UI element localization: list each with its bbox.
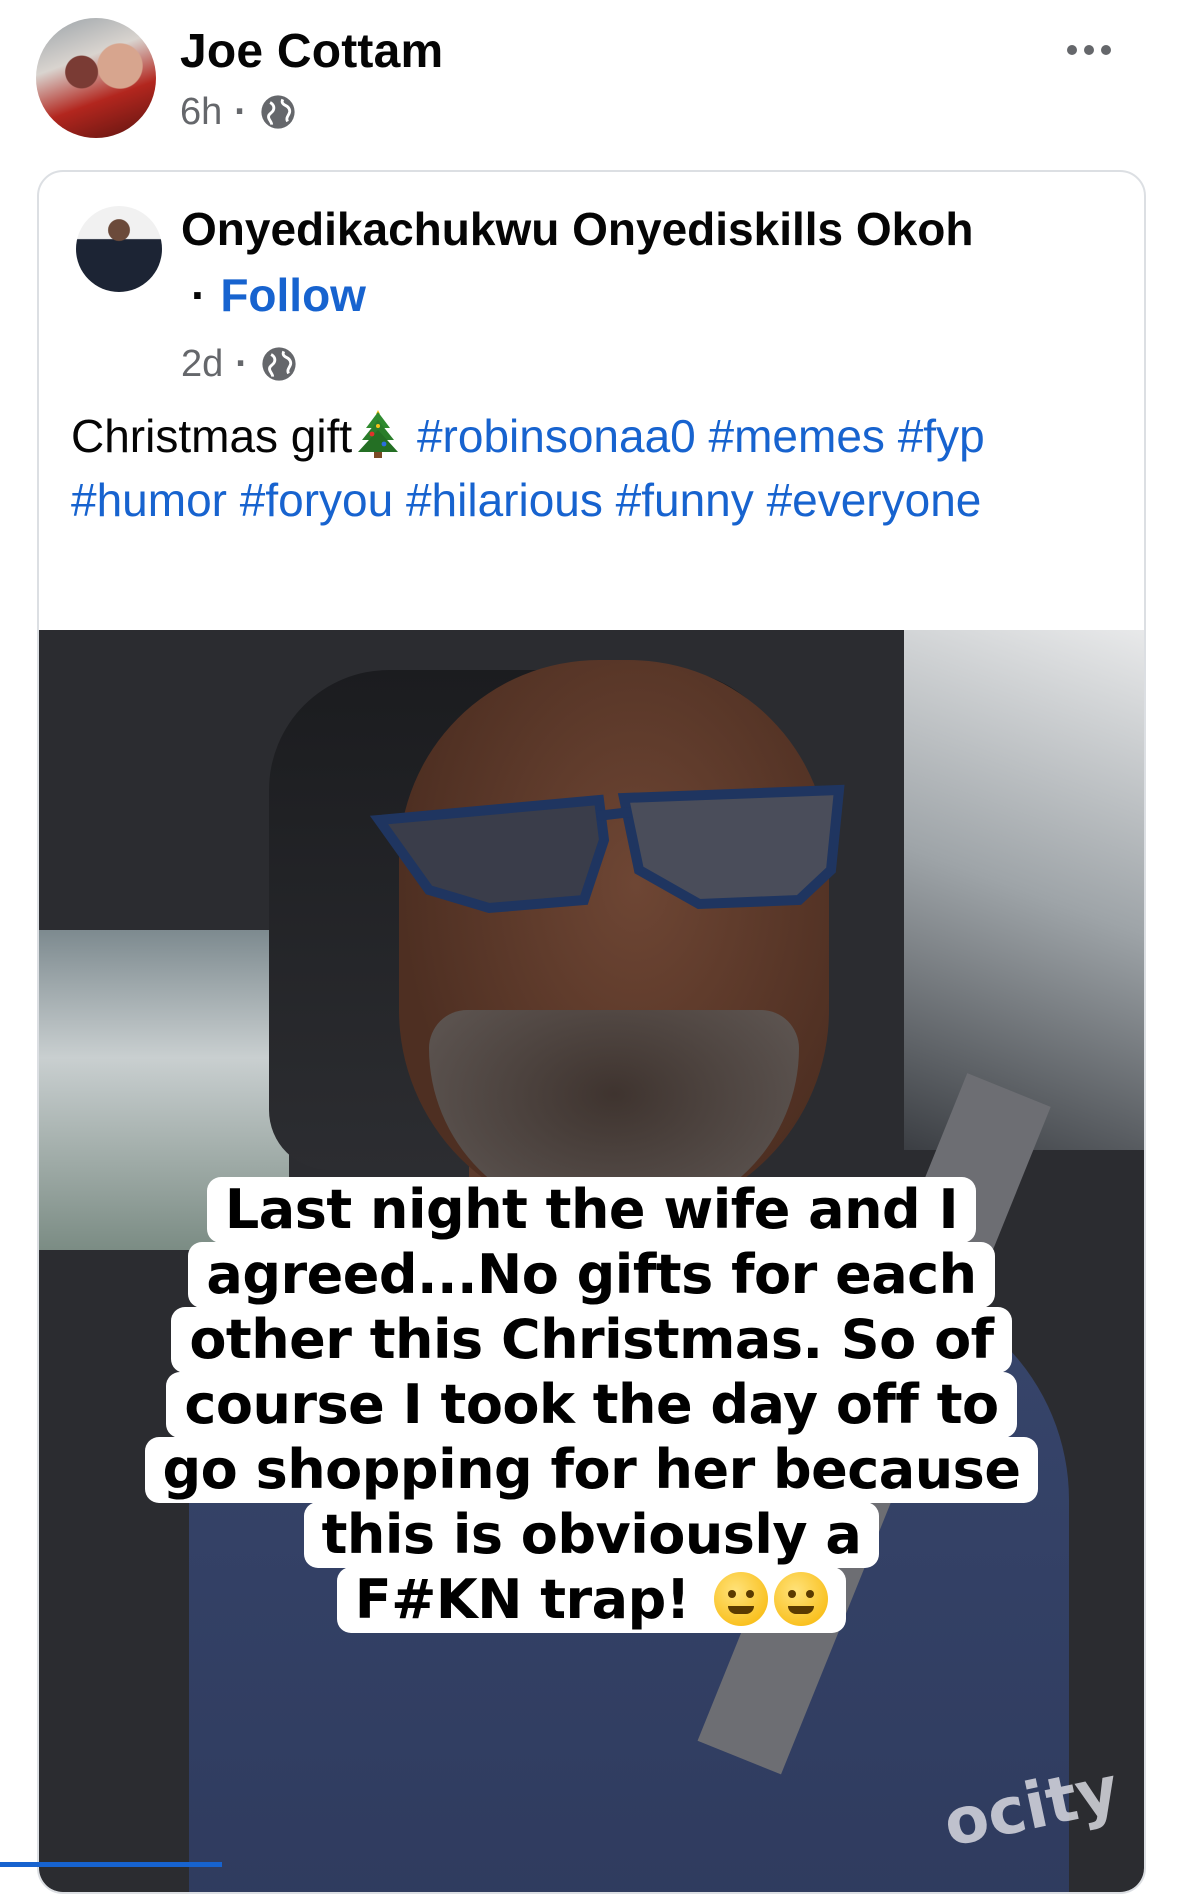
caption-line: course I took the day off to bbox=[166, 1372, 1017, 1438]
shared-post-meta: 2d · bbox=[181, 340, 298, 388]
hashtag-link[interactable]: #memes bbox=[709, 410, 885, 462]
woozy-face-icon bbox=[714, 1572, 769, 1626]
ellipsis-icon[interactable] bbox=[1049, 28, 1129, 72]
author-avatar[interactable] bbox=[36, 18, 156, 138]
shared-author-avatar[interactable] bbox=[76, 206, 162, 292]
meta-separator: · bbox=[234, 90, 247, 133]
globe-icon bbox=[262, 347, 296, 381]
shared-post-time[interactable]: 2d bbox=[181, 343, 223, 386]
hashtag-link[interactable]: #foryou bbox=[240, 474, 393, 526]
post-text: Christmas gift #robinsonaa0 #memes #fyp … bbox=[71, 404, 1111, 532]
video-caption: Last night the wife and I agreed...No gi… bbox=[89, 1177, 1094, 1633]
caption-line: Last night the wife and I bbox=[206, 1177, 977, 1243]
globe-icon bbox=[261, 95, 295, 129]
hashtag-link[interactable]: #fyp bbox=[898, 410, 985, 462]
caption-line: agreed...No gifts for each bbox=[188, 1242, 995, 1308]
hashtag-link[interactable]: #robinsonaa0 bbox=[417, 410, 696, 462]
caption-line: other this Christmas. So of bbox=[171, 1307, 1012, 1373]
caption-line: go shopping for her because bbox=[144, 1437, 1039, 1503]
hashtag-link[interactable]: #funny bbox=[616, 474, 754, 526]
post-video[interactable]: Last night the wife and I agreed...No gi… bbox=[39, 630, 1144, 1892]
follow-separator: · bbox=[191, 269, 207, 321]
post-time[interactable]: 6h bbox=[180, 91, 222, 134]
shared-author-name[interactable]: Onyedikachukwu Onyediskills Okoh bbox=[181, 202, 973, 256]
author-name[interactable]: Joe Cottam bbox=[180, 24, 443, 79]
follow-row: · Follow bbox=[191, 268, 366, 322]
meta-separator: · bbox=[235, 342, 248, 385]
sunglasses bbox=[369, 784, 845, 914]
caption-line: this is obviously a bbox=[303, 1502, 880, 1568]
follow-button[interactable]: Follow bbox=[220, 268, 366, 322]
shared-post-card[interactable]: Onyedikachukwu Onyediskills Okoh · Follo… bbox=[37, 170, 1146, 1894]
post-text-prefix: Christmas gift bbox=[71, 410, 353, 462]
caption-line-text: F#KN trap! bbox=[354, 1568, 691, 1631]
grinning-squinting-face-icon bbox=[774, 1572, 829, 1626]
car-window-right bbox=[904, 630, 1144, 1150]
hashtag-link[interactable]: #everyone bbox=[767, 474, 982, 526]
hashtag-link[interactable]: #humor bbox=[71, 474, 227, 526]
christmas-tree-icon bbox=[358, 410, 399, 458]
hashtag-link[interactable]: #hilarious bbox=[406, 474, 603, 526]
video-progress-bar[interactable] bbox=[0, 1862, 222, 1867]
caption-line-last: F#KN trap! bbox=[336, 1567, 847, 1633]
post-meta: 6h · bbox=[180, 88, 297, 136]
